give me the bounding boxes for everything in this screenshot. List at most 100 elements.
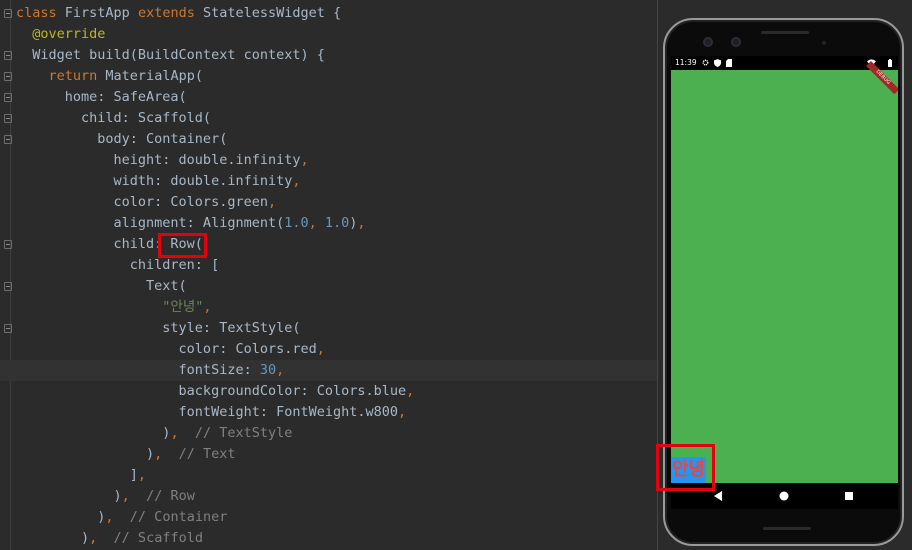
fold-toggle-icon[interactable]: [4, 51, 12, 60]
battery-icon: [888, 59, 892, 67]
code-token: ,: [203, 299, 212, 315]
code-token: ,: [292, 173, 301, 189]
code-line[interactable]: Widget build(BuildContext context) {: [16, 45, 325, 66]
code-line[interactable]: alignment: Alignment(1.0, 1.0),: [16, 213, 366, 234]
code-line[interactable]: style: TextStyle(: [16, 318, 300, 339]
code-line[interactable]: height: double.infinity,: [16, 150, 309, 171]
code-token: ,: [137, 467, 147, 483]
code-token: ,: [316, 341, 325, 357]
code-line[interactable]: fontWeight: FontWeight.w800,: [16, 402, 407, 423]
code-line[interactable]: Text(: [16, 276, 187, 297]
code-line[interactable]: ), // TextStyle: [16, 423, 292, 444]
code-line[interactable]: width: double.infinity,: [16, 171, 301, 192]
code-line[interactable]: "안녕",: [16, 297, 212, 318]
code-line[interactable]: return MaterialApp(: [16, 66, 203, 87]
code-token: ,: [398, 404, 407, 420]
code-token: width: double.infinity: [16, 173, 293, 189]
code-line[interactable]: children: [: [16, 255, 219, 276]
code-token: Text(: [16, 278, 187, 294]
code-line[interactable]: ), // Scaffold: [16, 528, 203, 549]
code-token: home: SafeArea(: [16, 89, 187, 105]
code-token: ): [16, 425, 171, 441]
code-token: // Container: [113, 509, 228, 525]
back-icon[interactable]: [712, 490, 724, 502]
code-token: StatelessWidget {: [202, 5, 342, 21]
code-line[interactable]: fontSize: 30,: [16, 360, 285, 381]
sim-icon: [726, 59, 732, 67]
code-token: extends: [137, 5, 203, 21]
fold-toggle-icon[interactable]: [4, 282, 12, 291]
code-line[interactable]: ],: [16, 465, 146, 486]
code-token: fontWeight: FontWeight.w800: [16, 404, 399, 420]
code-token: ,: [121, 488, 130, 504]
code-line[interactable]: @override: [16, 24, 105, 45]
code-token: // TextStyle: [178, 425, 293, 441]
fold-toggle-icon[interactable]: [4, 72, 12, 81]
code-token: ): [16, 530, 90, 546]
code-token: Widget build(BuildContext context) {: [16, 47, 325, 63]
code-token: fontSize:: [16, 362, 260, 378]
code-token: ,: [300, 152, 309, 168]
code-token: 1.0: [324, 215, 350, 231]
code-line[interactable]: color: Colors.red,: [16, 339, 325, 360]
code-token: return: [48, 68, 106, 84]
code-token: "안녕": [16, 299, 204, 315]
code-token: ,: [170, 425, 179, 441]
status-time: 11:39: [675, 58, 697, 67]
code-token: ): [16, 488, 122, 504]
code-token: ,: [308, 215, 325, 231]
code-token: alignment: Alignment(: [16, 215, 285, 231]
code-line[interactable]: home: SafeArea(: [16, 87, 187, 108]
gutter: [10, 0, 11, 550]
proximity-dot: [822, 41, 826, 45]
code-line[interactable]: color: Colors.green,: [16, 192, 277, 213]
code-token: height: double.infinity: [16, 152, 301, 168]
code-token: // Scaffold: [97, 530, 203, 546]
code-token: color: Colors.green: [16, 194, 268, 210]
code-token: // Text: [162, 446, 236, 462]
settings-icon: [702, 59, 709, 66]
phone-screen[interactable]: 11:39 안녕 DEBUG: [671, 56, 898, 509]
fold-toggle-icon[interactable]: [4, 240, 12, 249]
code-token: 30: [259, 362, 277, 378]
code-token: // Row: [129, 488, 195, 504]
front-camera-icon: [703, 37, 713, 47]
code-token: ]: [16, 467, 138, 483]
fold-toggle-icon[interactable]: [4, 9, 12, 18]
code-line[interactable]: class FirstApp extends StatelessWidget {: [16, 3, 341, 24]
fold-toggle-icon[interactable]: [4, 93, 12, 102]
code-token: ,: [357, 215, 366, 231]
code-line[interactable]: ), // Container: [16, 507, 227, 528]
code-token: children: [: [16, 257, 220, 273]
code-token: ,: [406, 383, 415, 399]
code-token: ,: [267, 194, 277, 210]
earpiece: [761, 31, 809, 34]
status-bar: 11:39: [671, 56, 898, 70]
code-token: child: Scaffold(: [16, 110, 212, 126]
code-line[interactable]: body: Container(: [16, 129, 227, 150]
fold-toggle-icon[interactable]: [4, 324, 12, 333]
code-token: backgroundColor: Colors.blue: [16, 383, 407, 399]
app-body-container: 안녕: [671, 70, 898, 483]
text-output-highlight-box: [656, 444, 715, 491]
code-editor[interactable]: class FirstApp extends StatelessWidget {…: [0, 0, 657, 550]
code-line[interactable]: ), // Text: [16, 444, 235, 465]
code-line[interactable]: ), // Row: [16, 486, 195, 507]
code-token: ,: [276, 362, 285, 378]
shield-icon: [714, 59, 721, 67]
code-token: @override: [16, 26, 106, 42]
fold-toggle-icon[interactable]: [4, 114, 12, 123]
code-line[interactable]: child: Scaffold(: [16, 108, 211, 129]
code-token: color: Colors.red: [16, 341, 317, 357]
code-token: ): [16, 446, 155, 462]
home-icon[interactable]: [778, 490, 790, 502]
fold-toggle-icon[interactable]: [4, 135, 12, 144]
code-token: ): [16, 509, 106, 525]
code-line[interactable]: backgroundColor: Colors.blue,: [16, 381, 415, 402]
recents-icon[interactable]: [843, 490, 855, 502]
code-token: MaterialApp(: [105, 68, 203, 84]
front-sensor-icon: [731, 37, 741, 47]
code-token: class: [16, 5, 65, 21]
code-token: 1.0: [284, 215, 309, 231]
